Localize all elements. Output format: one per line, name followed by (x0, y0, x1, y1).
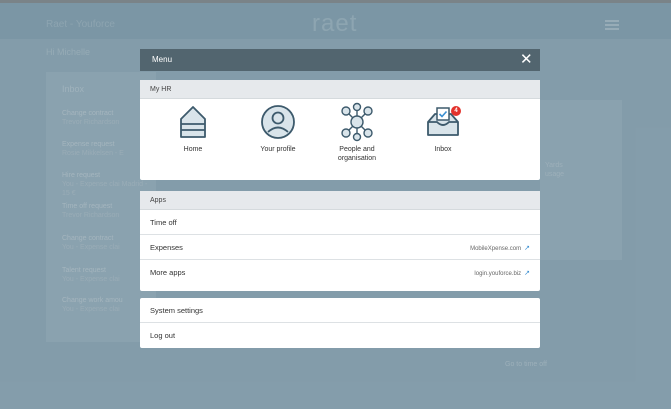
external-link-icon: ↗ (524, 270, 530, 277)
row-label: Expenses (150, 243, 183, 252)
my-hr-header: My HR (140, 80, 540, 99)
menu-title: Menu (152, 55, 173, 64)
tile-label: Inbox (434, 146, 452, 153)
my-hr-section: My HR Home Your profile People and organ… (140, 80, 540, 180)
system-settings-item[interactable]: System settings (140, 298, 540, 323)
row-label: System settings (150, 306, 203, 315)
system-section: System settings Log out (140, 298, 540, 348)
menu-title-bar: Menu ✕ (140, 49, 540, 71)
apps-header: Apps (140, 191, 540, 210)
link-text: MobileXpense.com (470, 246, 522, 252)
row-label: Log out (150, 331, 176, 340)
apps-section: Apps Time off Expenses MobileXpense.com ↗… (140, 191, 540, 291)
tile-label: People and organisation (337, 146, 377, 162)
people-org-icon (341, 102, 373, 142)
apps-item-expenses[interactable]: Expenses MobileXpense.com ↗ (140, 235, 540, 260)
apps-item-more-apps[interactable]: More apps login.youforce.biz ↗ (140, 260, 540, 285)
home-icon (180, 106, 206, 138)
people-org-tile[interactable]: People and organisation (321, 102, 393, 163)
inbox-tile[interactable]: 4 Inbox (407, 102, 479, 154)
close-icon[interactable]: ✕ (520, 51, 533, 68)
inbox-count-badge: 4 (451, 106, 461, 116)
tile-label: Your profile (260, 146, 296, 153)
tile-label: Home (183, 146, 203, 153)
apps-item-time-off[interactable]: Time off (140, 210, 540, 235)
external-link[interactable]: login.youforce.biz ↗ (474, 269, 530, 277)
link-text: login.youforce.biz (474, 271, 522, 277)
your-profile-tile[interactable]: Your profile (242, 102, 314, 154)
profile-icon (261, 105, 295, 139)
log-out-item[interactable]: Log out (140, 323, 540, 348)
row-label: Time off (150, 218, 177, 227)
external-link-icon: ↗ (524, 245, 530, 252)
row-label: More apps (150, 268, 186, 277)
external-link[interactable]: MobileXpense.com ↗ (470, 244, 530, 252)
home-tile[interactable]: Home (157, 102, 229, 154)
